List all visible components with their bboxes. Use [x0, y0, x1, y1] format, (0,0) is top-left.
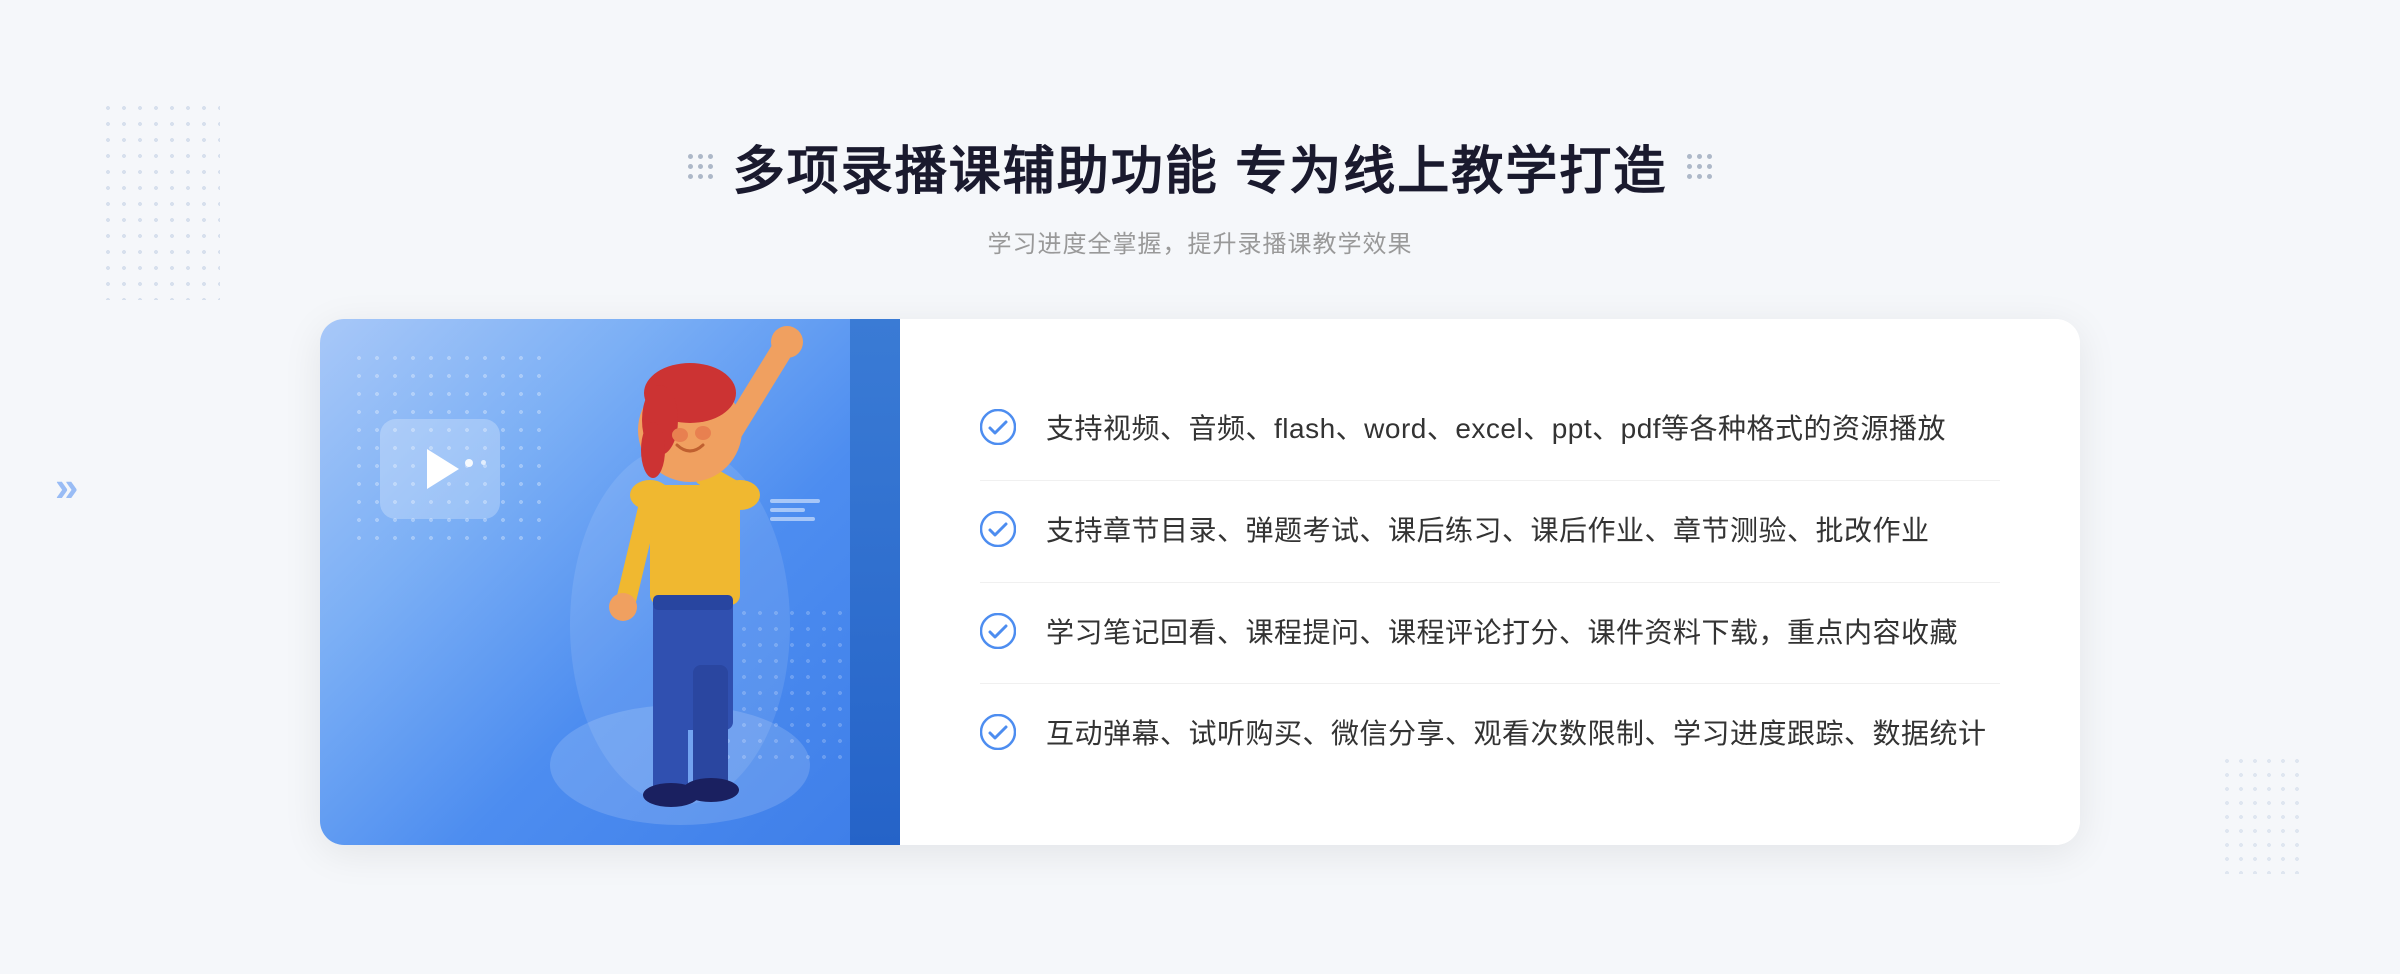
- feature-text-2: 支持章节目录、弹题考试、课后练习、课后作业、章节测验、批改作业: [1046, 509, 1930, 554]
- feature-text-1: 支持视频、音频、flash、word、excel、ppt、pdf等各种格式的资源…: [1046, 407, 1946, 452]
- figure-container: [505, 319, 855, 845]
- play-bubble: [380, 419, 500, 519]
- header-title-row: 多项录播课辅助功能 专为线上教学打造: [688, 129, 1712, 204]
- check-icon-4: [980, 714, 1016, 750]
- bg-dots-right: [2220, 754, 2300, 874]
- feature-item-2: 支持章节目录、弹题考试、课后练习、课后作业、章节测验、批改作业: [980, 481, 2000, 583]
- feature-text-4: 互动弹幕、试听购买、微信分享、观看次数限制、学习进度跟踪、数据统计: [1046, 712, 1987, 757]
- left-chevron-deco: »: [55, 463, 78, 511]
- person-illustration: [505, 319, 855, 845]
- features-side: 支持视频、音频、flash、word、excel、ppt、pdf等各种格式的资源…: [900, 319, 2080, 845]
- feature-text-3: 学习笔记回看、课程提问、课程评论打分、课件资料下载，重点内容收藏: [1046, 611, 1958, 656]
- illustration-side: [320, 319, 900, 845]
- check-icon-3: [980, 613, 1016, 649]
- bg-dots-left: [100, 100, 220, 300]
- blue-strip: [850, 319, 900, 845]
- check-icon-2: [980, 511, 1016, 547]
- feature-item-1: 支持视频、音频、flash、word、excel、ppt、pdf等各种格式的资源…: [980, 379, 2000, 481]
- feature-item-3: 学习笔记回看、课程提问、课程评论打分、课件资料下载，重点内容收藏: [980, 583, 2000, 685]
- check-icon-1: [980, 409, 1016, 445]
- content-card: 支持视频、音频、flash、word、excel、ppt、pdf等各种格式的资源…: [320, 319, 2080, 845]
- play-icon: [427, 449, 459, 489]
- header-section: 多项录播课辅助功能 专为线上教学打造 学习进度全掌握，提升录播课教学效果: [688, 129, 1712, 259]
- feature-item-4: 互动弹幕、试听购买、微信分享、观看次数限制、学习进度跟踪、数据统计: [980, 684, 2000, 785]
- page-title: 多项录播课辅助功能 专为线上教学打造: [733, 129, 1667, 204]
- header-deco-dots-right: [1687, 154, 1712, 179]
- page-container: 多项录播课辅助功能 专为线上教学打造 学习进度全掌握，提升录播课教学效果: [0, 129, 2400, 845]
- page-subtitle: 学习进度全掌握，提升录播课教学效果: [688, 224, 1712, 259]
- header-deco-dots-left: [688, 154, 713, 179]
